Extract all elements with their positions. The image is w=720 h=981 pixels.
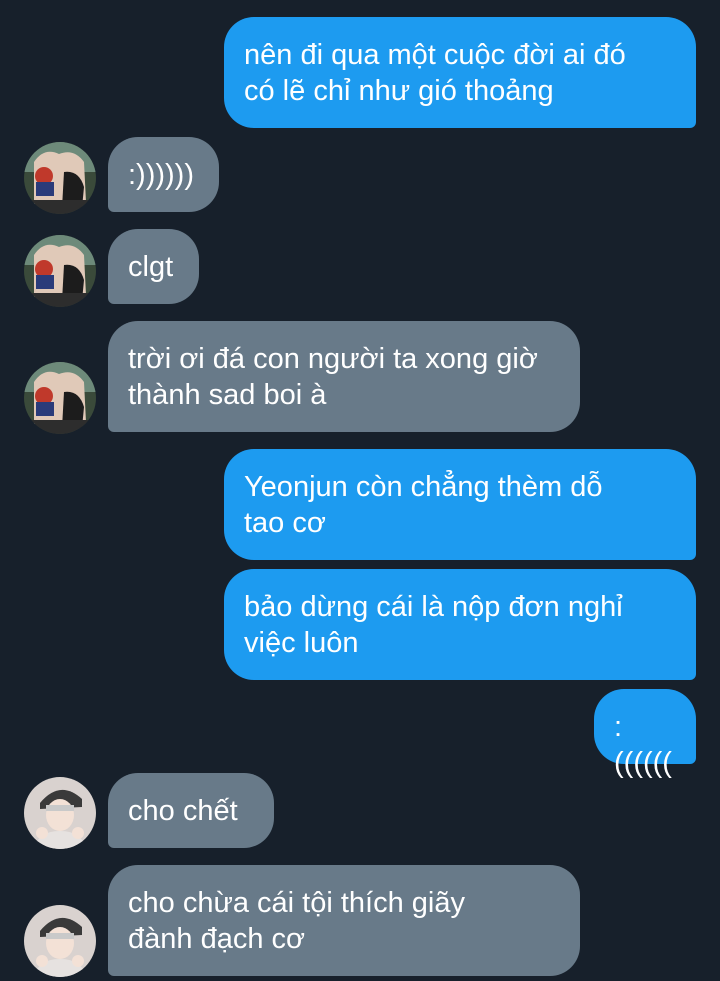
sent-message-bubble[interactable]: nên đi qua một cuộc đời ai đó có lẽ chỉ … (224, 17, 696, 128)
anime-avatar-icon (24, 235, 96, 307)
contact-avatar[interactable] (24, 777, 96, 849)
anime-avatar-icon (24, 142, 96, 214)
contact-avatar[interactable] (24, 362, 96, 434)
received-message-bubble[interactable]: cho chừa cái tội thích giãy đành đạch cơ (108, 865, 580, 976)
sent-message-bubble[interactable]: bảo dừng cái là nộp đơn nghỉ việc luôn (224, 569, 696, 680)
sent-message-bubble[interactable]: Yeonjun còn chẳng thèm dỗ tao cơ (224, 449, 696, 560)
person-avatar-icon (24, 777, 96, 849)
sent-message-bubble[interactable]: :(((((( (594, 689, 696, 779)
contact-avatar[interactable] (24, 235, 96, 307)
received-message-bubble[interactable]: cho chết (108, 773, 274, 848)
person-avatar-icon (24, 905, 96, 977)
received-message-bubble[interactable]: :)))))) (108, 137, 219, 212)
anime-avatar-icon (24, 362, 96, 434)
received-message-bubble[interactable]: clgt (108, 229, 199, 304)
received-message-bubble[interactable]: trời ơi đá con người ta xong giờ thành s… (108, 321, 580, 432)
contact-avatar[interactable] (24, 905, 96, 977)
contact-avatar[interactable] (24, 142, 96, 214)
